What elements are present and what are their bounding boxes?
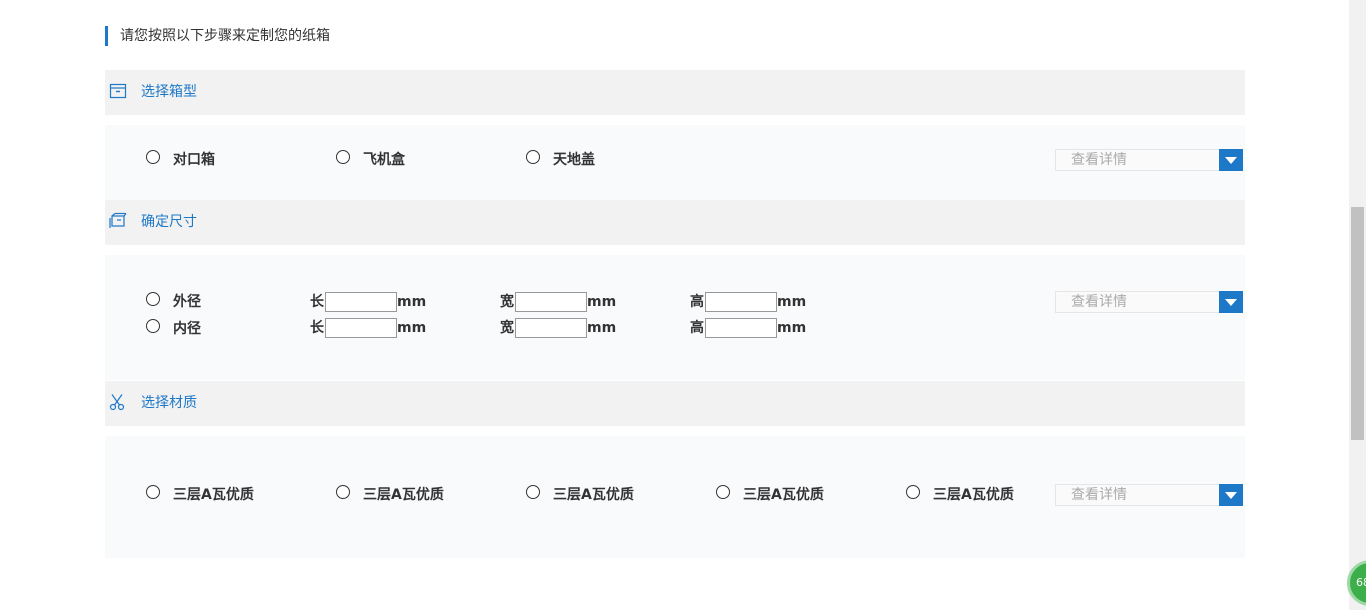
outer-height-unit: mm [777, 294, 807, 310]
inner-length-label: 长 [310, 320, 324, 336]
outer-width-unit: mm [587, 294, 617, 310]
outer-length-input[interactable] [325, 292, 397, 312]
section-body-box-type: 对口箱 飞机盒 天地盖 查看详情 [105, 125, 1245, 200]
radio-inner-diameter[interactable] [146, 319, 160, 333]
box-type-label-2: 飞机盒 [363, 152, 405, 168]
section-title-size: 确定尺寸 [141, 214, 197, 230]
box-type-detail-select[interactable]: 查看详情 [1055, 149, 1243, 171]
scissors-icon [109, 393, 127, 411]
badge-count: 68 [1356, 576, 1366, 589]
radio-box-type-3[interactable] [526, 150, 540, 164]
outer-height-label: 高 [690, 294, 704, 310]
size-label-inner: 内径 [173, 321, 201, 337]
chevron-down-icon[interactable] [1219, 149, 1243, 171]
radio-material-4[interactable] [716, 485, 730, 499]
box-type-label-1: 对口箱 [173, 152, 215, 168]
inner-width-input[interactable] [515, 318, 587, 338]
radio-box-type-1[interactable] [146, 150, 160, 164]
detail-select-text: 查看详情 [1071, 487, 1127, 503]
scrollbar-thumb[interactable] [1351, 207, 1364, 440]
material-label-2: 三层A瓦优质 [363, 487, 444, 503]
outer-length-unit: mm [397, 294, 427, 310]
material-detail-select[interactable]: 查看详情 [1055, 484, 1243, 506]
detail-select-text: 查看详情 [1071, 152, 1127, 168]
radio-material-5[interactable] [906, 485, 920, 499]
inner-height-unit: mm [777, 320, 807, 336]
box-type-label-3: 天地盖 [553, 152, 595, 168]
section-body-material: 三层A瓦优质 三层A瓦优质 三层A瓦优质 三层A瓦优质 三层A瓦优质 查看详情 [105, 436, 1245, 558]
section-header-size: 确定尺寸 [105, 200, 1245, 245]
inner-length-unit: mm [397, 320, 427, 336]
detail-select-text: 查看详情 [1071, 294, 1127, 310]
radio-material-1[interactable] [146, 485, 160, 499]
box-icon [109, 82, 127, 100]
chevron-down-icon[interactable] [1219, 484, 1243, 506]
size-detail-select[interactable]: 查看详情 [1055, 291, 1243, 313]
ruler-box-icon [109, 212, 127, 230]
outer-length-label: 长 [310, 294, 324, 310]
inner-height-input[interactable] [705, 318, 777, 338]
section-body-size: 外径 长 mm 宽 mm 高 mm 内径 长 mm 宽 mm 高 mm 查看详情 [105, 255, 1245, 380]
outer-width-input[interactable] [515, 292, 587, 312]
outer-width-label: 宽 [500, 294, 514, 310]
radio-box-type-2[interactable] [336, 150, 350, 164]
section-title-box-type: 选择箱型 [141, 84, 197, 100]
section-title-material: 选择材质 [141, 395, 197, 411]
section-header-box-type: 选择箱型 [105, 70, 1245, 115]
inner-width-label: 宽 [500, 320, 514, 336]
inner-width-unit: mm [587, 320, 617, 336]
inner-height-label: 高 [690, 320, 704, 336]
material-label-5: 三层A瓦优质 [933, 487, 1014, 503]
page: 请您按照以下步骤来定制您的纸箱 选择箱型 对口箱 飞机盒 天地盖 查看详情 确定… [0, 0, 1366, 610]
size-label-outer: 外径 [173, 294, 201, 310]
radio-material-3[interactable] [526, 485, 540, 499]
material-label-3: 三层A瓦优质 [553, 487, 634, 503]
chevron-down-icon[interactable] [1219, 291, 1243, 313]
radio-outer-diameter[interactable] [146, 292, 160, 306]
intro-heading: 请您按照以下步骤来定制您的纸箱 [105, 26, 330, 46]
outer-height-input[interactable] [705, 292, 777, 312]
material-label-1: 三层A瓦优质 [173, 487, 254, 503]
section-header-material: 选择材质 [105, 381, 1245, 426]
inner-length-input[interactable] [325, 318, 397, 338]
radio-material-2[interactable] [336, 485, 350, 499]
material-label-4: 三层A瓦优质 [743, 487, 824, 503]
